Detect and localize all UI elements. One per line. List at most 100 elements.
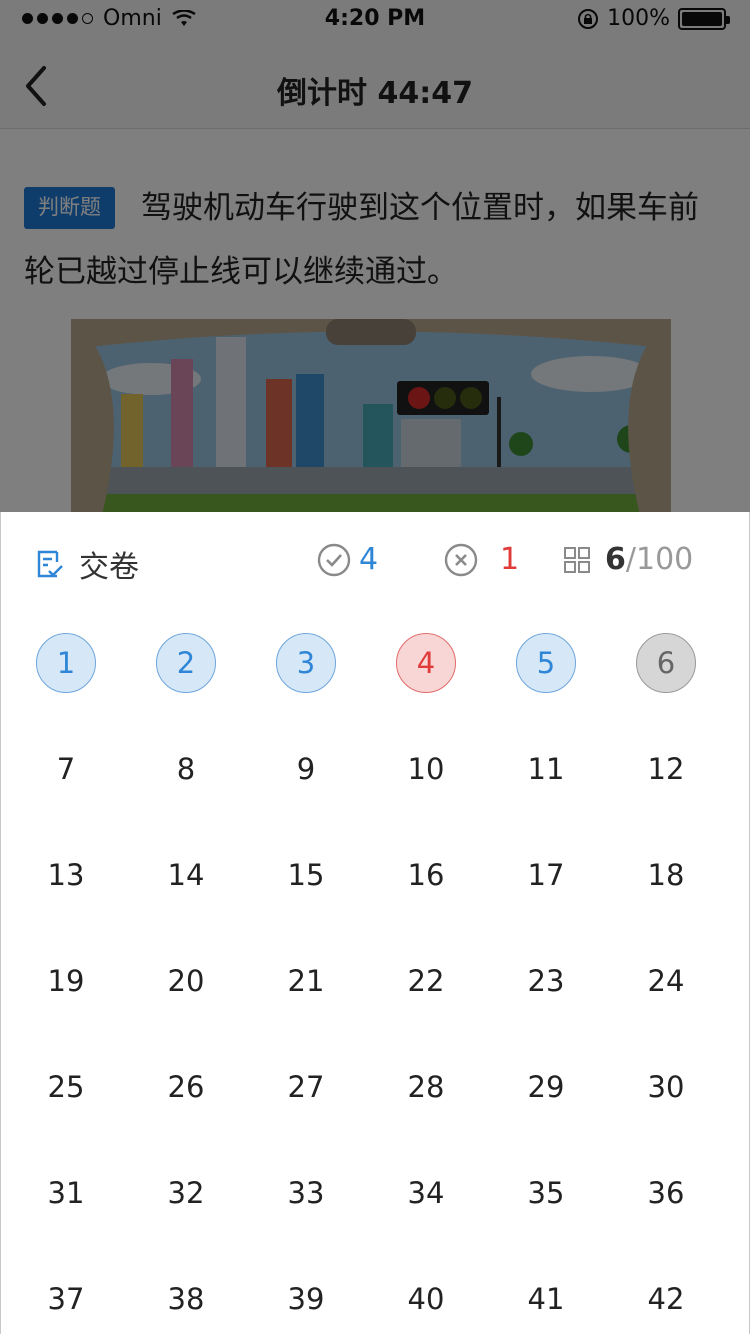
answer-sheet-icon: [37, 550, 63, 578]
question-number-label: 35: [527, 1176, 565, 1210]
wrong-count: 1: [444, 542, 519, 577]
question-number-label: 34: [407, 1176, 445, 1210]
check-circle-icon: [317, 543, 351, 576]
question-number-39[interactable]: 39: [246, 1246, 366, 1334]
question-number-33[interactable]: 33: [246, 1140, 366, 1246]
question-number-27[interactable]: 27: [246, 1034, 366, 1140]
question-number-10[interactable]: 10: [366, 716, 486, 822]
dim-overlay[interactable]: [0, 0, 750, 513]
progress-separator: /: [625, 542, 636, 577]
question-number-2[interactable]: 2: [126, 610, 246, 716]
question-number-label: 27: [287, 1070, 325, 1104]
question-number-label: 13: [47, 858, 85, 892]
submit-exam-label: 交卷: [79, 550, 139, 585]
question-number-label: 40: [407, 1282, 445, 1316]
question-number-42[interactable]: 42: [606, 1246, 726, 1334]
question-number-30[interactable]: 30: [606, 1034, 726, 1140]
current-question: 6: [605, 542, 626, 577]
question-number-17[interactable]: 17: [486, 822, 606, 928]
question-number-9[interactable]: 9: [246, 716, 366, 822]
question-number-23[interactable]: 23: [486, 928, 606, 1034]
question-number-label: 36: [647, 1176, 685, 1210]
question-number-31[interactable]: 31: [6, 1140, 126, 1246]
question-number-label: 16: [407, 858, 445, 892]
question-number-25[interactable]: 25: [6, 1034, 126, 1140]
question-number-label: 31: [47, 1176, 85, 1210]
question-number-22[interactable]: 22: [366, 928, 486, 1034]
question-number-label: 33: [287, 1176, 325, 1210]
question-number-label: 37: [47, 1282, 85, 1316]
question-number-label: 8: [176, 752, 196, 786]
question-number-5[interactable]: 5: [486, 610, 606, 716]
question-number-4[interactable]: 4: [366, 610, 486, 716]
grid-icon: [564, 546, 590, 573]
question-number-label: 23: [527, 964, 565, 998]
question-number-label: 6: [636, 633, 696, 693]
question-number-1[interactable]: 1: [6, 610, 126, 716]
question-number-label: 15: [287, 858, 325, 892]
question-number-19[interactable]: 19: [6, 928, 126, 1034]
question-number-18[interactable]: 18: [606, 822, 726, 928]
correct-count-value: 4: [359, 542, 379, 577]
question-number-14[interactable]: 14: [126, 822, 246, 928]
question-number-label: 30: [647, 1070, 685, 1104]
question-number-label: 4: [396, 633, 456, 693]
question-number-label: 18: [647, 858, 685, 892]
progress-indicator: 6/100: [563, 542, 693, 577]
question-number-label: 10: [407, 752, 445, 786]
question-number-label: 3: [276, 633, 336, 693]
question-number-label: 2: [156, 633, 216, 693]
question-number-37[interactable]: 37: [6, 1246, 126, 1334]
answer-sheet-panel: 交卷 4 1 6/100 1 2 3 4 5 6 7 8 9 10 11 12 …: [0, 512, 750, 1334]
question-number-label: 29: [527, 1070, 565, 1104]
question-number-label: 5: [516, 633, 576, 693]
question-number-34[interactable]: 34: [366, 1140, 486, 1246]
question-number-28[interactable]: 28: [366, 1034, 486, 1140]
question-number-6[interactable]: 6: [606, 610, 726, 716]
answer-sheet-header: 交卷 4 1 6/100: [1, 512, 750, 612]
question-number-7[interactable]: 7: [6, 716, 126, 822]
question-number-35[interactable]: 35: [486, 1140, 606, 1246]
submit-exam-button[interactable]: 交卷: [35, 542, 139, 586]
question-number-29[interactable]: 29: [486, 1034, 606, 1140]
x-circle-icon: [444, 543, 478, 576]
question-number-40[interactable]: 40: [366, 1246, 486, 1334]
question-number-label: 11: [527, 752, 565, 786]
question-number-8[interactable]: 8: [126, 716, 246, 822]
question-number-label: 25: [47, 1070, 85, 1104]
question-number-label: 26: [167, 1070, 205, 1104]
question-number-24[interactable]: 24: [606, 928, 726, 1034]
question-number-label: 20: [167, 964, 205, 998]
question-number-13[interactable]: 13: [6, 822, 126, 928]
question-number-label: 28: [407, 1070, 445, 1104]
question-number-label: 12: [647, 752, 685, 786]
question-number-label: 22: [407, 964, 445, 998]
question-number-38[interactable]: 38: [126, 1246, 246, 1334]
question-number-label: 41: [527, 1282, 565, 1316]
question-number-label: 42: [647, 1282, 685, 1316]
question-number-label: 39: [287, 1282, 325, 1316]
question-number-label: 24: [647, 964, 685, 998]
question-number-label: 32: [167, 1176, 205, 1210]
question-number-41[interactable]: 41: [486, 1246, 606, 1334]
question-number-21[interactable]: 21: [246, 928, 366, 1034]
question-number-label: 38: [167, 1282, 205, 1316]
question-number-label: 19: [47, 964, 85, 998]
question-number-32[interactable]: 32: [126, 1140, 246, 1246]
question-number-15[interactable]: 15: [246, 822, 366, 928]
question-number-label: 21: [287, 964, 325, 998]
question-number-label: 1: [36, 633, 96, 693]
question-number-label: 14: [167, 858, 205, 892]
question-number-12[interactable]: 12: [606, 716, 726, 822]
question-number-label: 7: [56, 752, 76, 786]
question-number-20[interactable]: 20: [126, 928, 246, 1034]
question-number-16[interactable]: 16: [366, 822, 486, 928]
question-grid: 1 2 3 4 5 6 7 8 9 10 11 12 13 14 15 16 17 18 19 20 21 22 23 24 2…: [6, 610, 726, 1334]
question-number-26[interactable]: 26: [126, 1034, 246, 1140]
question-number-label: 9: [296, 752, 316, 786]
correct-count: 4: [317, 542, 378, 577]
question-number-11[interactable]: 11: [486, 716, 606, 822]
question-number-3[interactable]: 3: [246, 610, 366, 716]
question-number-36[interactable]: 36: [606, 1140, 726, 1246]
question-number-label: 17: [527, 858, 565, 892]
